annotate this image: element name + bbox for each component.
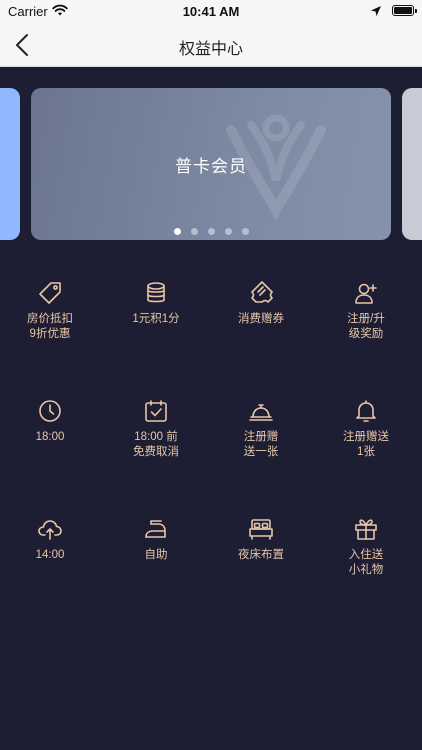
benefit-item[interactable]: 注册/升 级奖励 <box>316 280 416 342</box>
page-dot[interactable] <box>241 228 249 235</box>
benefit-label: 18:00 前 免费取消 <box>133 431 179 458</box>
benefit-item[interactable]: 房价抵扣 9折优惠 <box>0 280 100 342</box>
add-user-icon <box>355 283 377 304</box>
iron-icon <box>145 520 166 538</box>
benefit-label: 自助 <box>144 549 168 561</box>
clock-time: 10:41 AM <box>182 4 240 19</box>
membership-card[interactable]: 普卡会员 <box>31 88 391 240</box>
benefit-item[interactable]: 1元积1分 <box>106 280 206 327</box>
benefit-label: 注册赠 送一张 <box>243 431 279 458</box>
benefit-item[interactable]: 注册赠 送一张 <box>211 398 311 460</box>
price-tag-icon <box>39 282 61 304</box>
card-title: 普卡会员 <box>175 157 247 176</box>
calendar-check-icon <box>145 400 167 422</box>
bed-icon <box>249 519 273 540</box>
benefit-label: 消费赠券 <box>238 313 284 325</box>
membership-card-carousel[interactable]: 普卡会员 <box>0 66 422 256</box>
clock-icon <box>39 400 61 422</box>
benefit-label: 房价抵扣 9折优惠 <box>27 313 73 340</box>
benefit-item[interactable]: 18:00 <box>0 398 100 445</box>
benefit-item[interactable]: 14:00 <box>0 516 100 563</box>
previous-card[interactable] <box>0 88 20 240</box>
benefit-label: 入住送 小礼物 <box>348 549 384 576</box>
benefit-label: 14:00 <box>35 549 65 561</box>
cloud-upload-icon <box>38 520 62 540</box>
page-dot[interactable] <box>207 228 215 235</box>
benefit-label: 18:00 <box>35 431 65 443</box>
coins-icon <box>147 282 165 303</box>
benefit-label: 注册/升 级奖励 <box>347 313 385 340</box>
page-dot[interactable] <box>224 228 232 235</box>
ticket-icon <box>251 281 273 303</box>
benefit-item[interactable]: 入住送 小礼物 <box>316 516 416 578</box>
page-dot[interactable] <box>190 228 198 235</box>
benefit-label: 1元积1分 <box>132 313 180 325</box>
service-bell-icon <box>249 404 273 421</box>
benefit-item[interactable]: 注册赠送 1张 <box>316 398 416 460</box>
benefit-item[interactable]: 18:00 前 免费取消 <box>106 398 206 460</box>
bell-icon <box>356 400 376 422</box>
battery-icon <box>392 5 417 16</box>
status-bar: Carrier 10:41 AM <box>0 0 422 24</box>
page-indicator[interactable] <box>31 222 391 240</box>
benefit-label: 夜床布置 <box>238 549 284 561</box>
location-arrow-icon <box>371 6 381 16</box>
benefit-item[interactable]: 夜床布置 <box>211 516 311 563</box>
next-card[interactable] <box>402 88 422 240</box>
benefit-item[interactable]: 自助 <box>106 516 206 563</box>
benefit-item[interactable]: 消费赠券 <box>211 280 311 327</box>
gift-icon <box>355 519 377 540</box>
navigation-bar: 权益中心 <box>0 24 422 67</box>
page-title: 权益中心 <box>178 41 243 58</box>
page-dot[interactable] <box>173 228 181 235</box>
benefit-label: 注册赠送 1张 <box>343 431 389 458</box>
